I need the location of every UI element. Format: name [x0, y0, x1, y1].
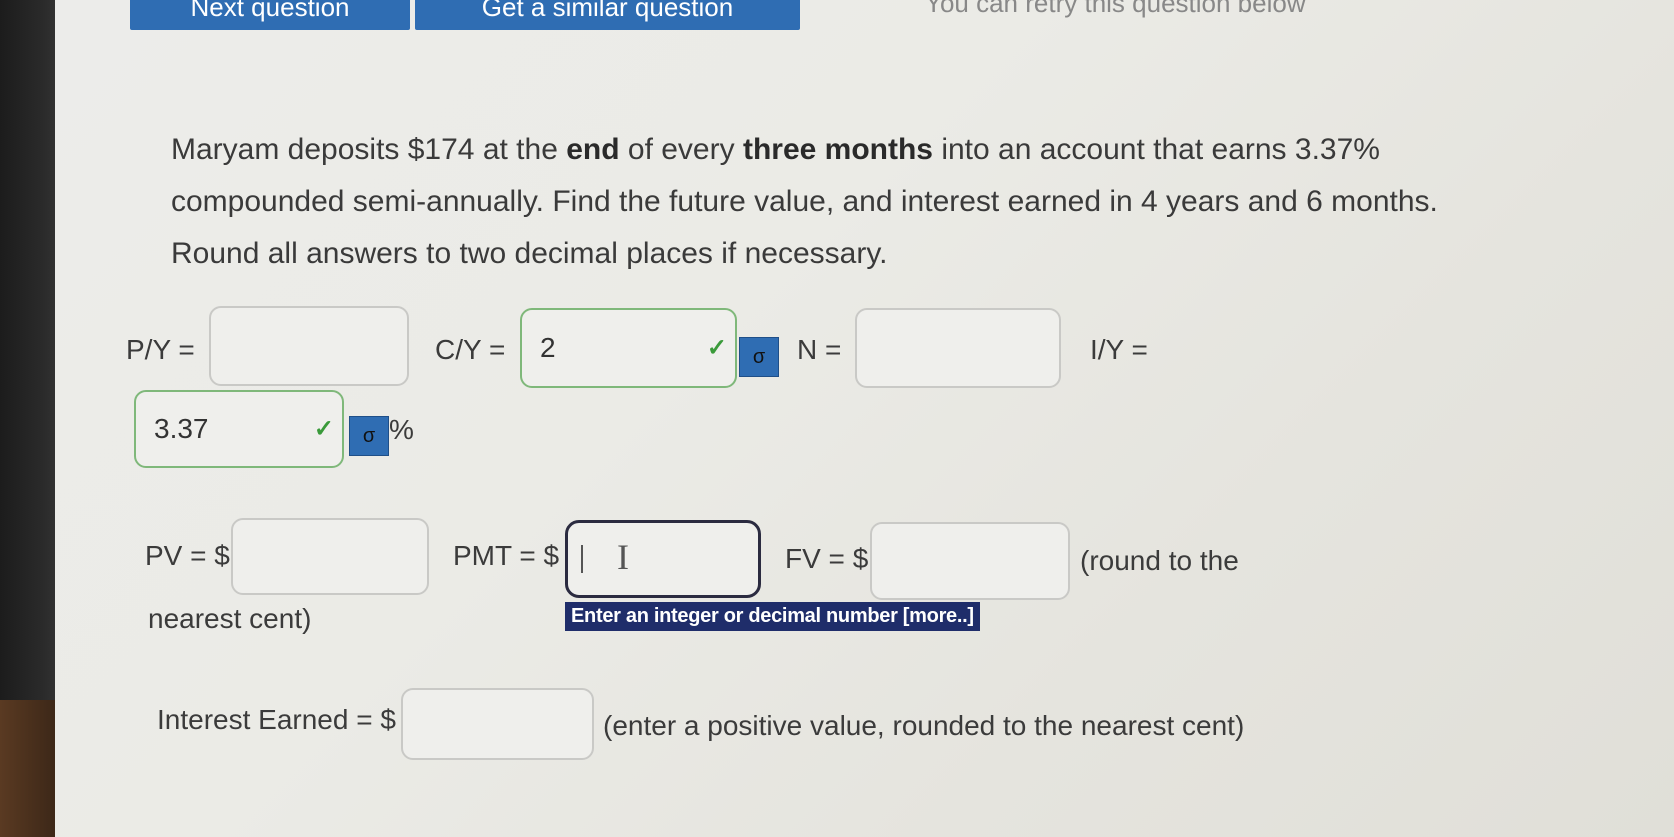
input-hint-tooltip: Enter an integer or decimal number [more… — [565, 602, 980, 631]
cy-value: 2 — [540, 332, 556, 363]
iy-value: 3.37 — [154, 413, 209, 444]
question-text: Maryam deposits $174 at the end of every… — [171, 124, 1471, 280]
pmt-input[interactable] — [565, 520, 761, 598]
check-icon: ✓ — [313, 415, 334, 443]
text-cursor — [581, 545, 583, 573]
round-note-continued: nearest cent) — [148, 603, 312, 634]
math-tool-icon[interactable]: σ — [349, 416, 389, 456]
retry-note: You can retry this question below — [925, 0, 1306, 18]
question-bold-end: end — [566, 133, 620, 166]
pv-label: PV = $ — [145, 540, 230, 571]
similar-question-button[interactable]: Get a similar question — [415, 0, 800, 30]
next-question-button[interactable]: Next question — [130, 0, 410, 30]
interest-note: (enter a positive value, rounded to the … — [603, 710, 1245, 741]
question-part: of every — [619, 133, 743, 166]
py-label: P/Y = — [126, 334, 195, 365]
pv-input[interactable] — [231, 518, 429, 595]
iy-label: I/Y = — [1090, 334, 1148, 365]
fv-input[interactable] — [870, 522, 1070, 600]
math-tool-icon[interactable]: σ — [739, 337, 779, 377]
interest-earned-input[interactable] — [401, 688, 594, 760]
percent-sign: % — [389, 414, 414, 445]
pmt-label: PMT = $ — [453, 540, 560, 571]
ibeam-cursor-icon: I — [617, 537, 629, 577]
cy-label: C/Y = — [435, 334, 506, 365]
iy-input[interactable]: 3.37 ✓ — [134, 390, 344, 468]
screen: Next question Get a similar question You… — [55, 0, 1674, 837]
interest-earned-label: Interest Earned = $ — [157, 704, 396, 735]
fv-label: FV = $ — [785, 543, 869, 574]
n-input[interactable] — [855, 308, 1061, 388]
n-label: N = — [797, 334, 842, 365]
round-note: (round to the — [1080, 545, 1239, 576]
py-input[interactable] — [209, 306, 409, 386]
question-part: Maryam deposits $174 at the — [171, 133, 567, 166]
cy-input[interactable]: 2 ✓ — [520, 308, 737, 388]
check-icon: ✓ — [706, 334, 727, 362]
desk-background — [0, 700, 60, 837]
question-bold-three-months: three months — [742, 133, 933, 166]
